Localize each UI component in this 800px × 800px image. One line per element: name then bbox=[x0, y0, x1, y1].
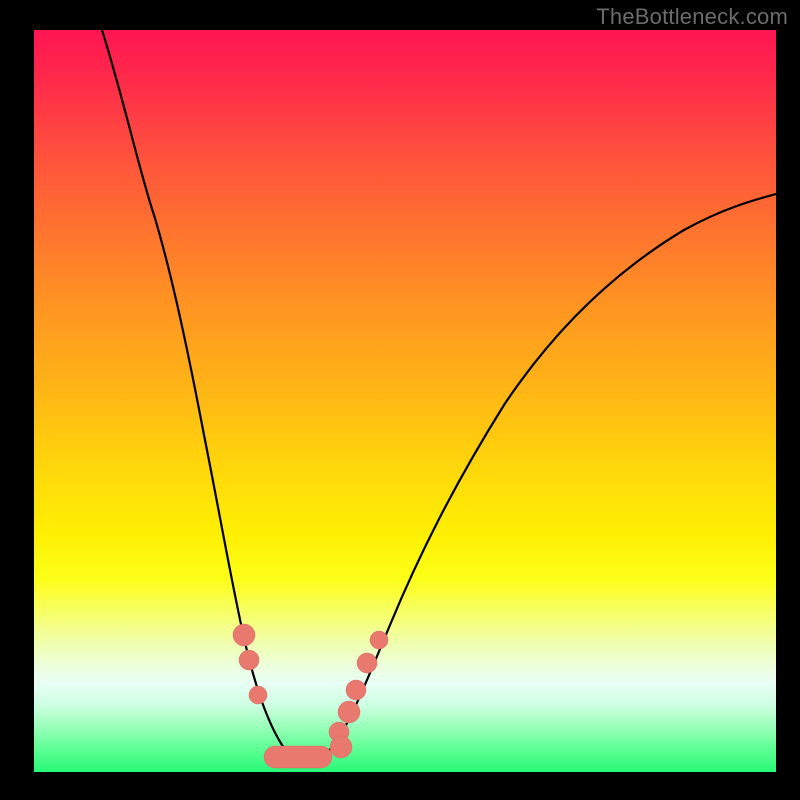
watermark-text: TheBottleneck.com bbox=[596, 4, 788, 30]
marker-group bbox=[233, 624, 388, 768]
marker-dot bbox=[370, 631, 388, 649]
marker-dot bbox=[338, 701, 360, 723]
chart-svg bbox=[34, 30, 776, 772]
marker-dot bbox=[249, 686, 267, 704]
marker-dot bbox=[239, 650, 259, 670]
marker-dot bbox=[357, 653, 377, 673]
marker-dot bbox=[233, 624, 255, 646]
marker-pill bbox=[264, 746, 332, 768]
left-curve bbox=[102, 30, 308, 763]
marker-dot bbox=[346, 680, 366, 700]
plot-area bbox=[34, 30, 776, 772]
marker-dot bbox=[330, 736, 352, 758]
right-curve bbox=[308, 194, 776, 763]
outer-frame: TheBottleneck.com bbox=[0, 0, 800, 800]
